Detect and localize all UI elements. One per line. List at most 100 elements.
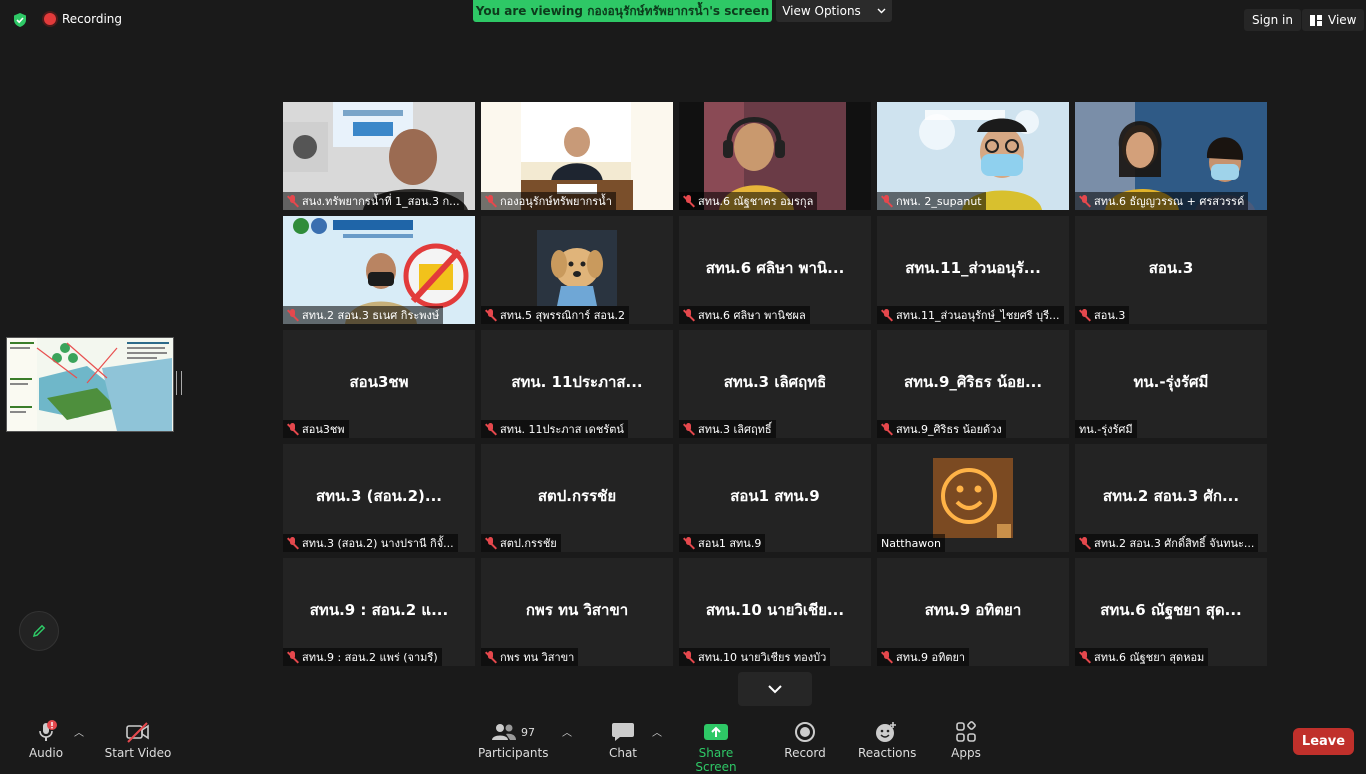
participant-tile[interactable]: สทน. 11ประภาส... สทน. 11ประภาส เดชรัตน์ <box>481 330 673 438</box>
participant-display-name: สอน3ชพ <box>349 373 409 391</box>
recording-label: Recording <box>62 12 123 26</box>
microphone-muted-icon <box>287 537 299 549</box>
participant-name: สทน.9_ศิริธร น้อยด้วง <box>896 423 1002 436</box>
participant-name-label: กองอนุรักษ์ทรัพยากรน้ำ <box>481 192 616 210</box>
participant-name: สทน. 11ประภาส เดชรัตน์ <box>500 423 624 436</box>
participant-display-name: สทน.9 อทิตยา <box>924 601 1022 619</box>
share-screen-icon <box>704 724 728 740</box>
apps-button[interactable]: Apps <box>947 720 985 760</box>
participants-icon <box>492 724 516 740</box>
participant-name-label: สทน. 11ประภาส เดชรัตน์ <box>481 420 628 438</box>
participant-tile[interactable]: สทน.9 อทิตยา สทน.9 อทิตยา <box>877 558 1069 666</box>
participant-tile[interactable]: สทน.6 ศลิษา พานิ... สทน.6 ศลิษา พานิชผล <box>679 216 871 324</box>
participant-tile[interactable]: สทน.9 : สอน.2 แ... สทน.9 : สอน.2 แพร่ (จา… <box>283 558 475 666</box>
participant-name-label: Natthawon <box>877 534 946 552</box>
participant-tile[interactable]: สทน.9_ศิริธร น้อย... สทน.9_ศิริธร น้อยด้ว… <box>877 330 1069 438</box>
participant-name: กองอนุรักษ์ทรัพยากรน้ำ <box>500 195 612 208</box>
panel-resize-handle[interactable] <box>176 371 182 395</box>
chat-options-caret[interactable]: ︿ <box>652 724 662 739</box>
leave-button[interactable]: Leave <box>1293 728 1354 755</box>
microphone-muted-icon <box>39 720 57 741</box>
microphone-muted-icon <box>485 423 497 435</box>
microphone-muted-icon <box>683 309 695 321</box>
video-camera-off-icon <box>126 722 149 743</box>
participant-tile[interactable]: สอน.3 สอน.3 <box>1075 216 1267 324</box>
microphone-muted-icon <box>485 309 497 321</box>
participant-display-name: ทน.-รุ่งรัศมี <box>1133 373 1209 391</box>
participant-tile[interactable]: กพร ทน วิสาขา กพร ทน วิสาขา <box>481 558 673 666</box>
participant-name-label: สทน.6 ศลิษา พานิชผล <box>679 306 810 324</box>
emoji-reaction-icon <box>876 722 896 742</box>
participant-name-label: กพน. 2_supanut <box>877 192 986 210</box>
participant-name: สอน.3 <box>1094 309 1126 322</box>
annotate-button[interactable] <box>19 611 59 651</box>
participant-name-label: กพร ทน วิสาขา <box>481 648 579 666</box>
microphone-muted-icon <box>287 309 299 321</box>
share-screen-button[interactable]: Share Screen <box>678 720 754 774</box>
share-screen-label: Share Screen <box>695 746 737 774</box>
audio-label: Audio <box>28 746 64 760</box>
view-button[interactable]: View <box>1302 9 1365 31</box>
participant-name: ทน.-รุ่งรัศมี <box>1079 423 1133 436</box>
participant-tile[interactable]: กองอนุรักษ์ทรัพยากรน้ำ <box>481 102 673 210</box>
grid-view-icon <box>1310 14 1322 26</box>
participant-tile[interactable]: Natthawon <box>877 444 1069 552</box>
participant-display-name: สทน. 11ประภาส... <box>511 373 643 391</box>
participants-options-caret[interactable]: ︿ <box>562 724 572 739</box>
participants-button[interactable]: 97 Participants <box>478 720 549 760</box>
sign-in-button[interactable]: Sign in <box>1244 9 1301 31</box>
participant-name-label: สทน.3 (สอน.2) นางปรานี กิจั้... <box>283 534 458 552</box>
participant-display-name: สทน.6 ศลิษา พานิ... <box>705 259 845 277</box>
participant-tile[interactable]: สทน.3 (สอน.2)... สทน.3 (สอน.2) นางปรานี ก… <box>283 444 475 552</box>
participant-tile[interactable]: สตป.กรรชัย สตป.กรรชัย <box>481 444 673 552</box>
participant-tile[interactable]: กพน. 2_supanut <box>877 102 1069 210</box>
microphone-muted-icon <box>287 651 299 663</box>
chevron-down-icon <box>877 8 886 14</box>
participant-name: สทน.11_ส่วนอนุรักษ์_ไชยศรี บุรี... <box>896 309 1060 322</box>
participant-name: สทน.6 ณัฐชาคร อมรกุล <box>698 195 814 208</box>
participant-tile[interactable]: สทน.2 สอน.3 ธเนศ กิระพงษ์ <box>283 216 475 324</box>
participant-name: กพร ทน วิสาขา <box>500 651 575 664</box>
view-options-button[interactable]: View Options <box>776 0 892 22</box>
participant-tile[interactable]: สทน.11_ส่วนอนุรั... สทน.11_ส่วนอนุรักษ์_ไ… <box>877 216 1069 324</box>
gallery-expand-button[interactable] <box>738 672 812 706</box>
microphone-muted-icon <box>485 537 497 549</box>
security-shield-icon[interactable] <box>12 12 28 28</box>
participant-tile[interactable]: สทน.10 นายวิเชีย... สทน.10 นายวิเชียร ทอง… <box>679 558 871 666</box>
participant-tile[interactable]: สนง.ทรัพยากรน้ำที่ 1_สอน.3 ก... <box>283 102 475 210</box>
participant-name: สทน.3 เลิศฤทธิ์ <box>698 423 772 436</box>
participant-tile[interactable]: สทน.6 ณัฐชาคร อมรกุล <box>679 102 871 210</box>
participant-name-label: สทน.9 : สอน.2 แพร่ (จามรี) <box>283 648 442 666</box>
participant-tile[interactable]: สทน.5 สุพรรณิการ์ สอน.2 <box>481 216 673 324</box>
shared-screen-content <box>7 338 173 431</box>
participant-tile[interactable]: สทน.2 สอน.3 ศัก... สทน.2 สอน.3 ศักดิ์สิทธ… <box>1075 444 1267 552</box>
participant-tile[interactable]: สทน.6 ธัญญวรรณ + ศรสวรรค์ <box>1075 102 1267 210</box>
participant-tile[interactable]: สอน1 สทน.9 สอน1 สทน.9 <box>679 444 871 552</box>
participant-tile[interactable]: สทน.3 เลิศฤทธิ สทน.3 เลิศฤทธิ์ <box>679 330 871 438</box>
participant-name-label: สทน.2 สอน.3 ธเนศ กิระพงษ์ <box>283 306 444 324</box>
start-video-label: Start Video <box>104 746 172 760</box>
microphone-muted-icon <box>287 195 299 207</box>
microphone-muted-icon <box>683 195 695 207</box>
participant-name: กพน. 2_supanut <box>896 195 982 208</box>
reactions-button[interactable]: Reactions <box>858 720 916 760</box>
participant-tile[interactable]: ทน.-รุ่งรัศมี ทน.-รุ่งรัศมี <box>1075 330 1267 438</box>
participant-display-name: สทน.9_ศิริธร น้อย... <box>903 373 1043 391</box>
shared-screen-thumbnail[interactable] <box>6 337 174 432</box>
participant-tile[interactable]: สทน.6 ณัฐชยา สุด... สทน.6 ณัฐชยา สุดหอม <box>1075 558 1267 666</box>
start-video-button[interactable]: Start Video <box>104 720 172 760</box>
participant-name-label: สทน.11_ส่วนอนุรักษ์_ไชยศรี บุรี... <box>877 306 1064 324</box>
chat-button[interactable]: Chat <box>604 720 642 760</box>
chat-bubble-icon <box>612 723 634 741</box>
participant-name-label: สทน.6 ณัฐชยา สุดหอม <box>1075 648 1209 666</box>
audio-button[interactable]: Audio <box>26 720 66 760</box>
pencil-icon <box>32 624 46 638</box>
view-label: View <box>1328 13 1357 27</box>
microphone-muted-icon <box>1079 537 1091 549</box>
microphone-muted-icon <box>485 195 497 207</box>
record-button[interactable]: Record <box>783 720 827 760</box>
audio-options-caret[interactable]: ︿ <box>74 724 84 739</box>
microphone-muted-icon <box>683 423 695 435</box>
participant-tile[interactable]: สอน3ชพ สอน3ชพ <box>283 330 475 438</box>
recording-indicator[interactable]: Recording <box>44 12 122 26</box>
